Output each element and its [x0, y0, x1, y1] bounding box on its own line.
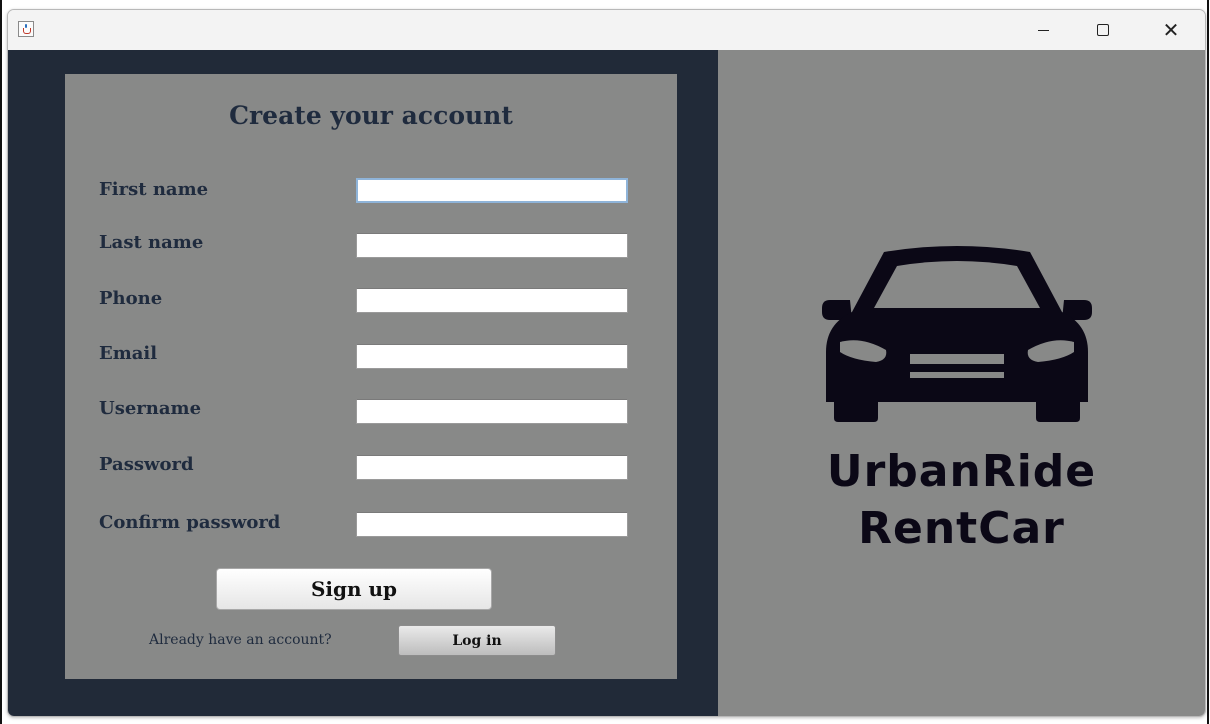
confirm-password-input[interactable]	[356, 512, 628, 537]
maximize-button[interactable]	[1080, 10, 1126, 50]
minimize-button[interactable]	[1020, 10, 1066, 50]
close-button[interactable]: ✕	[1148, 10, 1194, 50]
email-label: Email	[99, 343, 158, 364]
email-input[interactable]	[356, 344, 628, 369]
close-icon: ✕	[1162, 18, 1180, 42]
already-have-account-text: Already have an account?	[149, 632, 332, 648]
log-in-button[interactable]: Log in	[398, 625, 556, 656]
screen-edge-left	[0, 0, 2, 724]
first-name-input[interactable]	[356, 178, 628, 203]
username-label: Username	[99, 398, 202, 419]
form-title: Create your account	[229, 101, 513, 130]
title-bar[interactable]: ✕	[8, 10, 1205, 50]
minimize-icon	[1037, 29, 1049, 31]
password-input[interactable]	[356, 455, 628, 480]
phone-label: Phone	[99, 288, 163, 309]
java-cup-icon	[18, 21, 34, 37]
car-icon	[822, 246, 1092, 422]
last-name-input[interactable]	[356, 233, 628, 258]
sign-up-button[interactable]: Sign up	[216, 568, 492, 610]
signup-form: Create your account First name Last name…	[65, 74, 677, 679]
maximize-icon	[1097, 24, 1109, 36]
last-name-label: Last name	[99, 232, 204, 253]
brand-name-line2: RentCar	[858, 503, 1065, 554]
app-window: ✕ Create your account First name Last na…	[7, 9, 1206, 717]
confirm-password-label: Confirm password	[99, 512, 281, 533]
password-label: Password	[99, 454, 194, 475]
username-input[interactable]	[356, 399, 628, 424]
screen-edge-right	[1207, 0, 1209, 724]
first-name-label: First name	[99, 179, 209, 200]
right-panel: UrbanRide RentCar	[718, 50, 1205, 716]
left-panel: Create your account First name Last name…	[8, 50, 718, 716]
brand-name-line1: UrbanRide	[826, 446, 1097, 497]
phone-input[interactable]	[356, 288, 628, 313]
